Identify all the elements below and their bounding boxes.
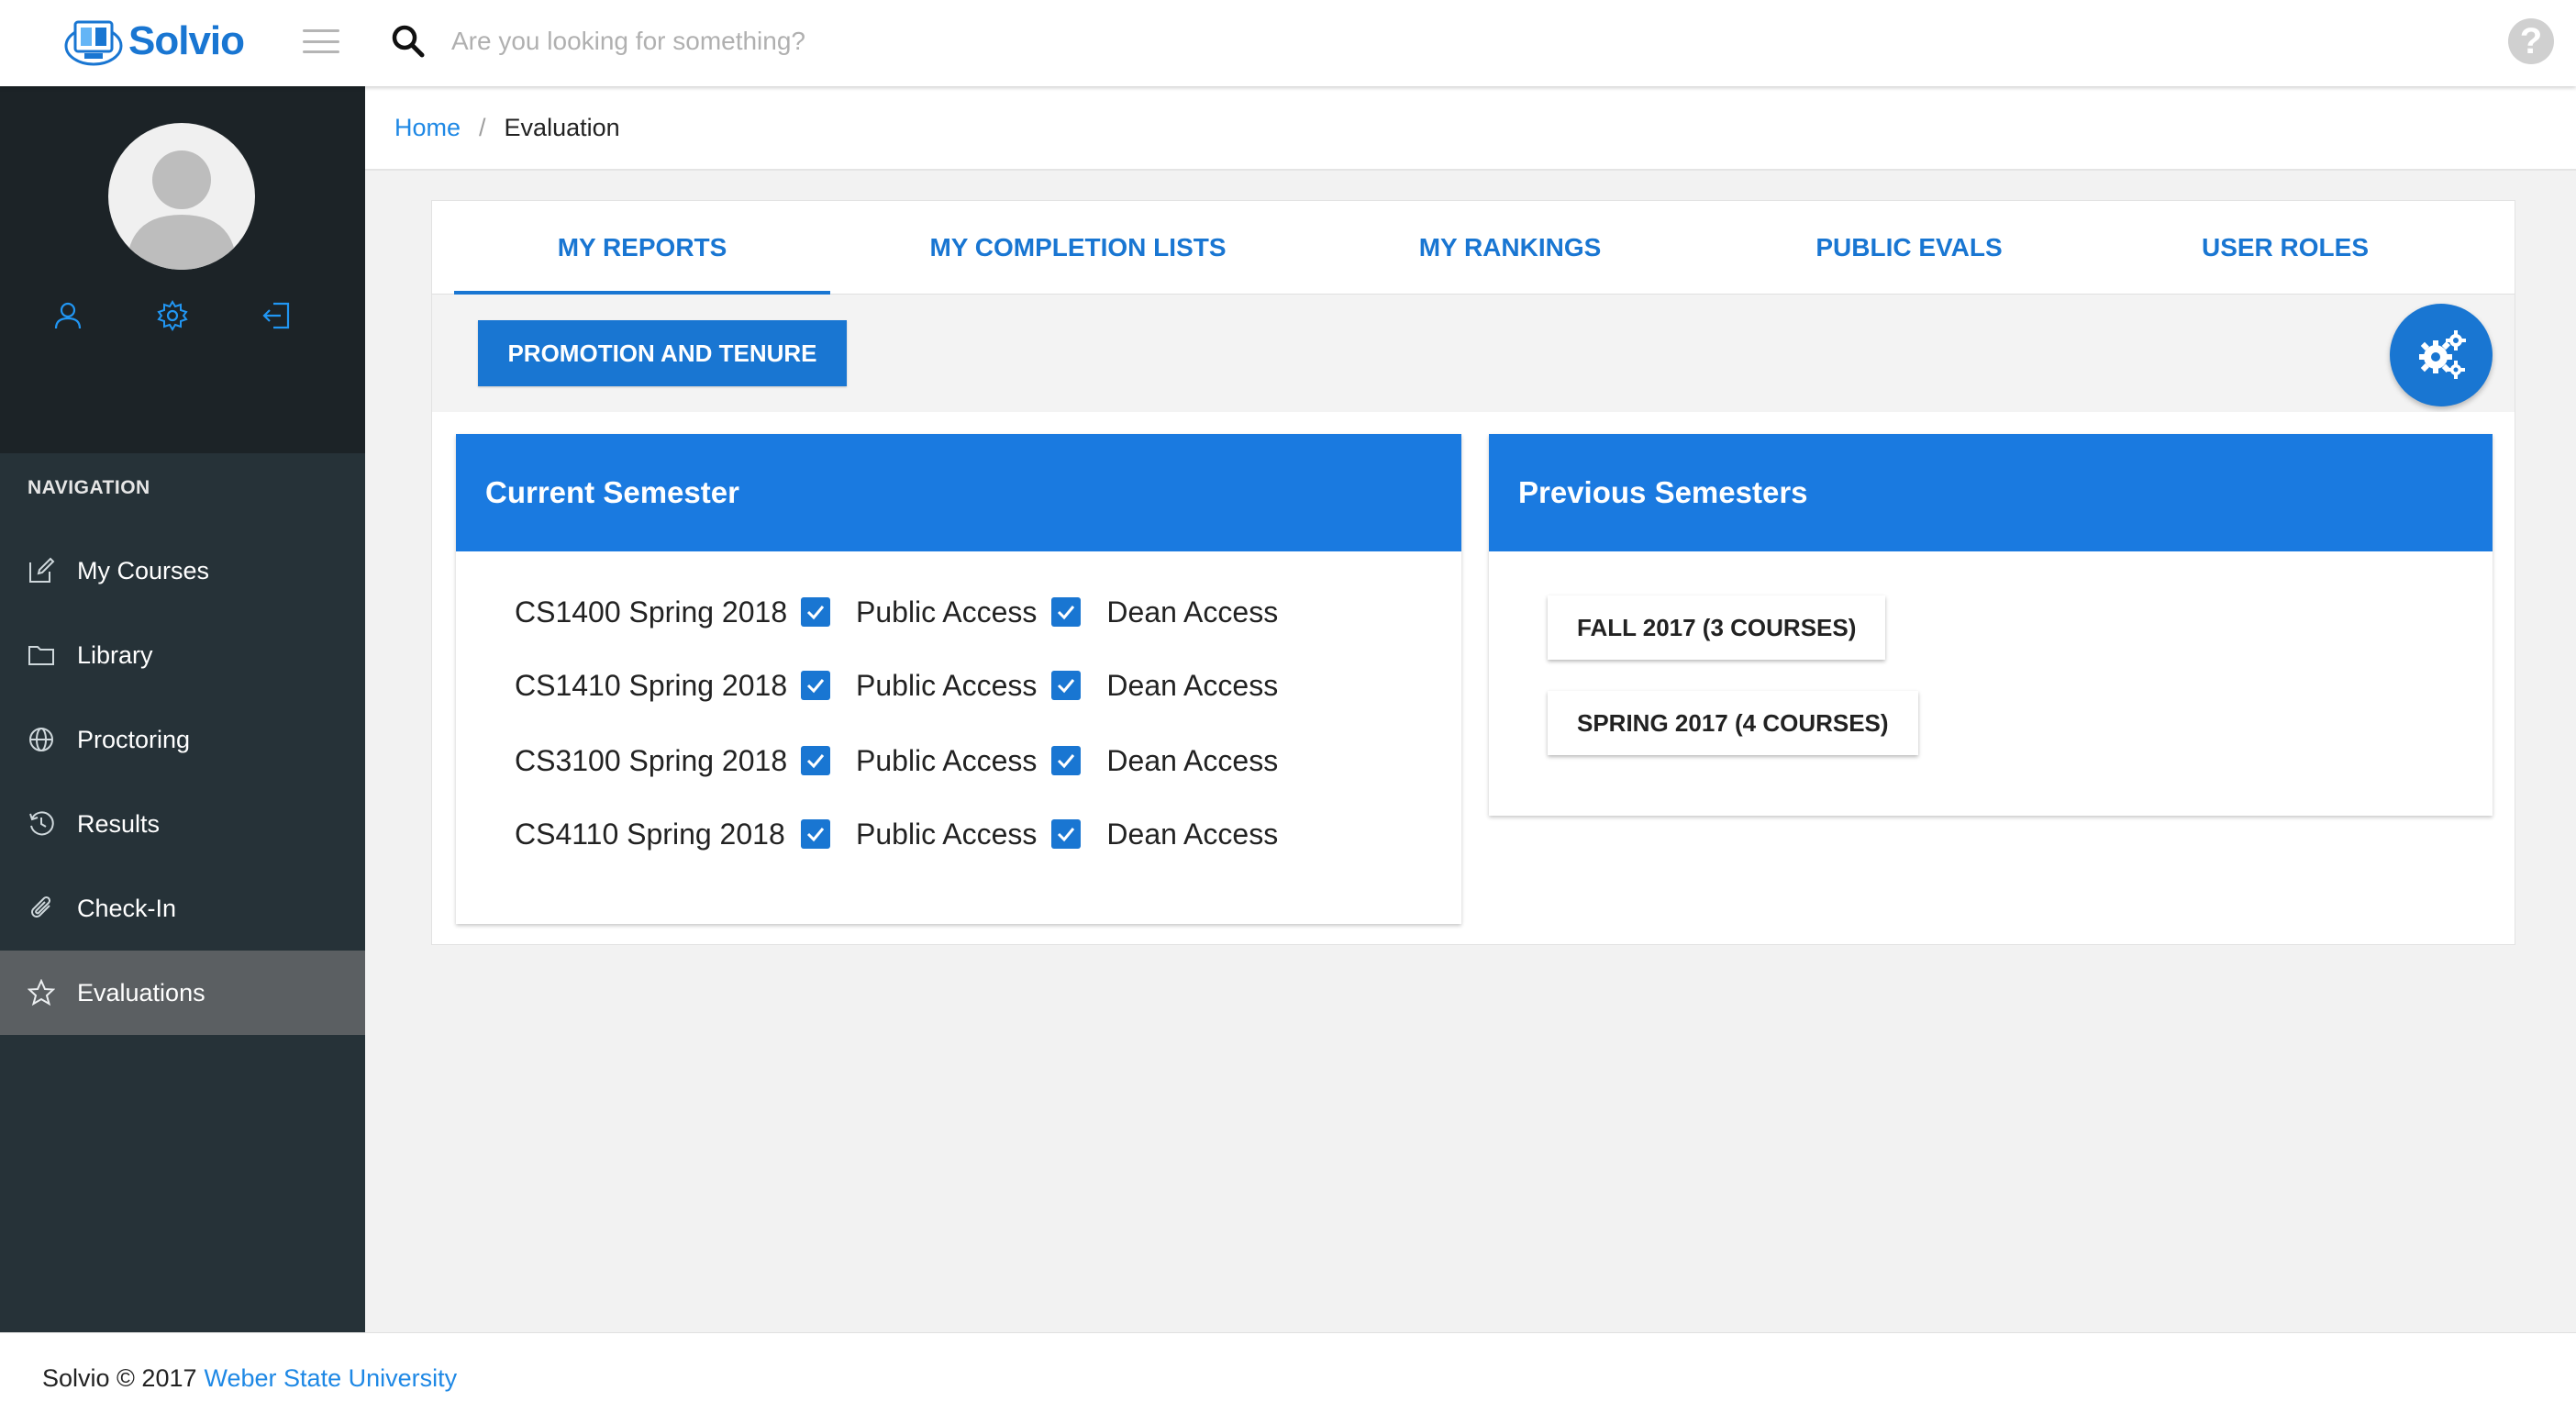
sidebar-item-proctoring[interactable]: Proctoring [0,697,365,782]
paperclip-icon [31,896,51,918]
avatar[interactable] [108,123,255,270]
logo[interactable]: Solvio [62,13,245,70]
tab-my-reports[interactable]: MY REPORTS [454,201,830,295]
sidebar-item-results[interactable]: Results [0,782,365,866]
public-access-label: Public Access [856,817,1038,851]
fall-2017-button[interactable]: FALL 2017 (3 COURSES) [1548,595,1886,660]
tab-my-completion-lists[interactable]: MY COMPLETION LISTS [858,201,1298,295]
gear-icon[interactable] [156,299,189,332]
tab-bar: MY REPORTS MY COMPLETION LISTS MY RANKIN… [432,201,2515,295]
public-access-checkbox[interactable] [801,597,830,627]
profile-panel [0,86,365,453]
sidebar-item-label: Check-In [77,894,177,922]
spring-2017-button[interactable]: SPRING 2017 (4 COURSES) [1548,691,1918,755]
dean-access-label: Dean Access [1106,595,1279,629]
course-row: CS3100 Spring 2018 Public Access Dean Ac… [515,735,1293,786]
sidebar-item-label: Evaluations [77,978,205,1007]
current-semester-card: Current Semester CS1400 Spring 2018 Publ… [456,434,1461,924]
sidebar-item-library[interactable]: Library [0,613,365,697]
check-icon [806,606,825,620]
sidebar-item-evaluations[interactable]: Evaluations [0,951,365,1035]
course-row: CS4110 Spring 2018 Public Access Dean Ac… [515,808,1293,860]
dean-access-checkbox[interactable] [1051,746,1082,775]
dean-access-label: Dean Access [1106,668,1279,702]
course-name: CS1410 Spring 2018 [515,668,788,702]
logo-text: Solvio [128,18,245,63]
sidebar-item-label: My Courses [77,556,210,584]
help-icon[interactable]: ? [2508,18,2554,64]
public-access-checkbox[interactable] [801,671,830,700]
logo-icon [64,20,123,66]
course-row: CS1410 Spring 2018 Public Access Dean Ac… [515,660,1293,711]
check-icon [1058,828,1075,842]
sidebar-item-my-courses[interactable]: My Courses [0,528,365,613]
dean-access-label: Dean Access [1106,817,1279,851]
dean-access-checkbox[interactable] [1051,671,1082,700]
nav-list: My Courses Library Proctoring Results Ch… [0,528,365,1035]
public-access-label: Public Access [856,743,1038,777]
previous-semesters-card: Previous Semesters FALL 2017 (3 COURSES)… [1489,434,2493,816]
sidebar-item-check-in[interactable]: Check-In [0,866,365,951]
course-name: CS4110 Spring 2018 [515,817,785,851]
breadcrumb-home-link[interactable]: Home [394,114,461,142]
avatar-placeholder-icon [127,150,237,270]
check-icon [806,828,825,842]
profile-actions [0,299,365,332]
tab-my-rankings[interactable]: MY RANKINGS [1349,201,1671,295]
hamburger-menu-icon[interactable] [303,26,339,57]
evaluation-panel: MY REPORTS MY COMPLETION LISTS MY RANKIN… [431,200,2515,945]
footer-university-link[interactable]: Weber State University [205,1364,458,1393]
public-access-label: Public Access [856,595,1038,629]
footer-copyright: Solvio © 2017 [42,1364,197,1392]
breadcrumb: Home / Evaluation [365,86,2576,171]
star-icon [28,979,55,1007]
search-icon[interactable] [391,24,426,59]
settings-fab-button[interactable] [2390,304,2493,406]
history-icon [29,811,54,836]
tab-user-roles[interactable]: USER ROLES [2138,201,2432,295]
breadcrumb-current: Evaluation [504,113,620,141]
breadcrumb-separator: / [479,113,486,141]
globe-icon [29,728,53,751]
sidebar: NAVIGATION My Courses Library Proctoring [0,86,365,1332]
check-icon [1058,679,1075,694]
folder-icon [28,646,54,665]
sidebar-item-label: Results [77,809,161,838]
check-icon [1058,754,1075,769]
previous-semesters-title: Previous Semesters [1489,434,2493,551]
current-semester-title: Current Semester [456,434,1461,551]
sidebar-item-label: Proctoring [77,725,191,753]
cogs-icon [2419,330,2466,379]
check-icon [1058,606,1075,620]
user-icon[interactable] [51,299,84,332]
top-bar: Solvio ? [0,0,2576,86]
dean-access-checkbox[interactable] [1051,819,1082,849]
nav-header: NAVIGATION [28,477,150,498]
public-access-label: Public Access [856,668,1038,702]
public-access-checkbox[interactable] [801,819,830,849]
check-icon [806,754,825,769]
course-name: CS3100 Spring 2018 [515,743,788,777]
logout-icon[interactable] [261,299,294,332]
promotion-and-tenure-button[interactable]: PROMOTION AND TENURE [478,320,847,386]
footer: Solvio © 2017 Weber State University [0,1332,2576,1424]
public-access-checkbox[interactable] [801,746,830,775]
check-icon [806,679,825,694]
sidebar-item-label: Library [77,640,153,669]
course-name: CS1400 Spring 2018 [515,595,788,629]
course-row: CS1400 Spring 2018 Public Access Dean Ac… [515,586,1293,638]
search-input[interactable] [451,18,1277,64]
edit-icon [29,557,55,583]
tab-public-evals[interactable]: PUBLIC EVALS [1753,201,2065,295]
dean-access-label: Dean Access [1106,743,1279,777]
dean-access-checkbox[interactable] [1051,597,1082,627]
